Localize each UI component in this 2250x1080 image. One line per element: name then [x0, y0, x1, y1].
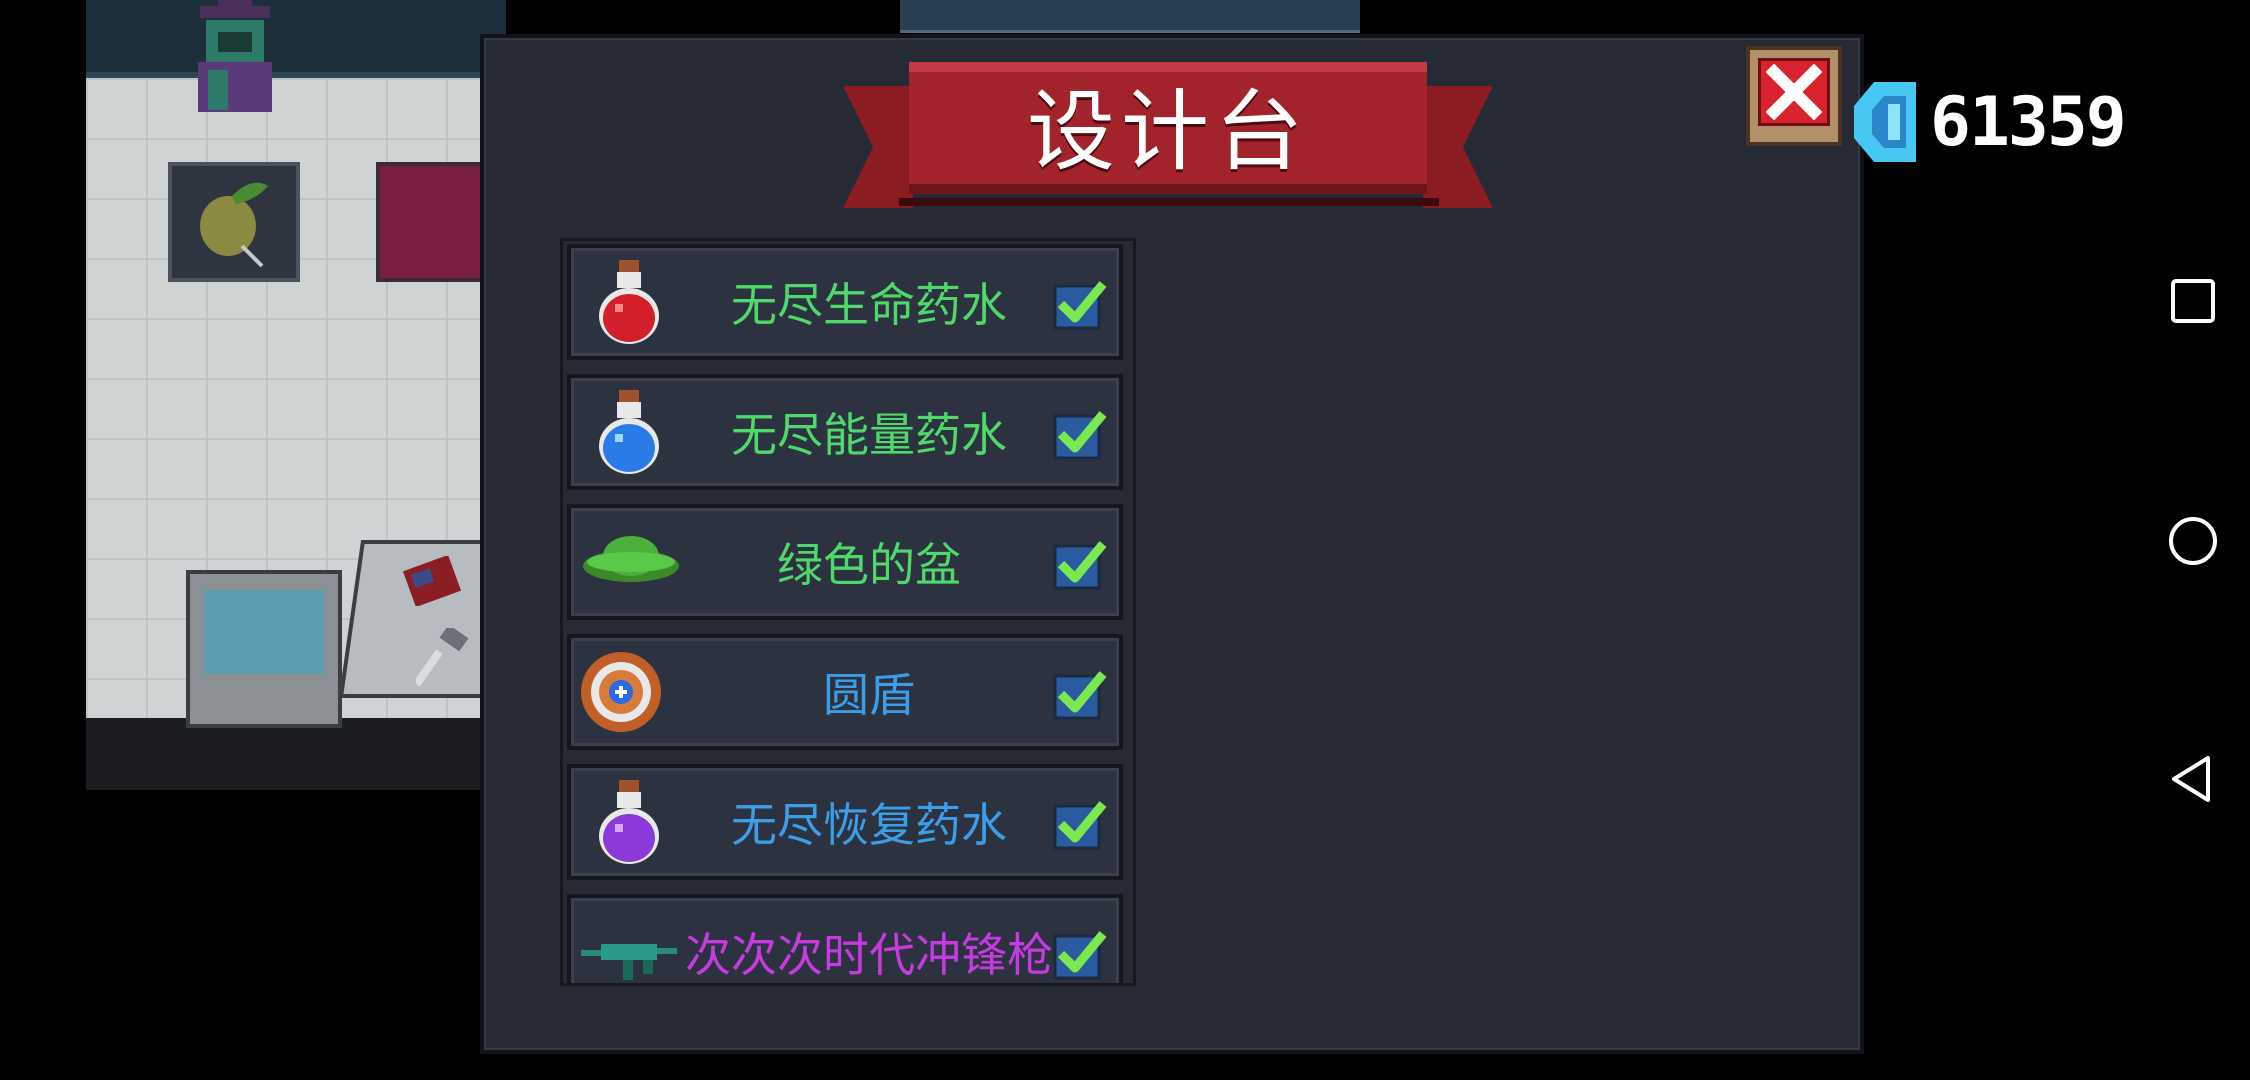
green-bowl-icon: [583, 536, 679, 582]
red-potion-icon: [599, 260, 659, 344]
smg-icon: [581, 944, 677, 980]
checkbox-checked-icon[interactable]: [1053, 408, 1107, 460]
blueprint-list[interactable]: 无尽生命药水 无尽能量药水 绿色的盆 圆盾 无尽恢复药水 次次次时代冲锋枪: [560, 238, 1136, 986]
floor-shadow: [86, 718, 506, 790]
checkbox-checked-icon[interactable]: [1053, 668, 1107, 720]
list-item[interactable]: 绿色的盆: [567, 504, 1123, 620]
background-wall-strip: [900, 0, 1360, 33]
item-name: 圆盾: [823, 668, 915, 722]
computer-monitor: [186, 570, 342, 728]
witch-npc-icon: [198, 0, 272, 112]
list-item[interactable]: 无尽能量药水: [567, 374, 1123, 490]
checkbox-checked-icon[interactable]: [1053, 538, 1107, 590]
gem-count: 61359: [1930, 82, 2127, 162]
seed-icon: [200, 182, 268, 268]
gem-icon: [1854, 82, 1916, 162]
triangle-back-icon[interactable]: [2168, 754, 2218, 804]
list-item[interactable]: 无尽生命药水: [567, 244, 1123, 360]
game-scene: [86, 0, 506, 790]
item-name: 绿色的盆: [777, 538, 961, 592]
close-button[interactable]: [1746, 46, 1842, 146]
hammer-icon: [416, 628, 469, 687]
circle-icon[interactable]: [2168, 516, 2218, 566]
dungeon-wall: [86, 0, 506, 78]
square-icon[interactable]: [2168, 276, 2218, 326]
round-shield-icon: [581, 652, 661, 732]
item-name: 无尽恢复药水: [731, 798, 1007, 852]
item-pedestal: [168, 162, 300, 282]
blue-potion-icon: [599, 390, 659, 474]
checkbox-checked-icon[interactable]: [1053, 798, 1107, 850]
page-title: 设计台: [1026, 79, 1309, 183]
list-item[interactable]: 次次次时代冲锋枪: [567, 894, 1123, 983]
purple-potion-icon: [599, 780, 659, 864]
item-name: 无尽生命药水: [731, 278, 1007, 332]
list-item[interactable]: 圆盾: [567, 634, 1123, 750]
checkbox-checked-icon[interactable]: [1053, 278, 1107, 330]
checkbox-checked-icon[interactable]: [1053, 928, 1107, 980]
book-icon: [402, 556, 462, 606]
item-name: 次次次时代冲锋枪: [685, 928, 1053, 982]
item-name: 无尽能量药水: [731, 408, 1007, 462]
gem-counter: 61359: [1854, 74, 2127, 170]
list-item[interactable]: 无尽恢复药水: [567, 764, 1123, 880]
title-banner: 设计台: [843, 58, 1493, 208]
close-icon: [1766, 64, 1822, 120]
